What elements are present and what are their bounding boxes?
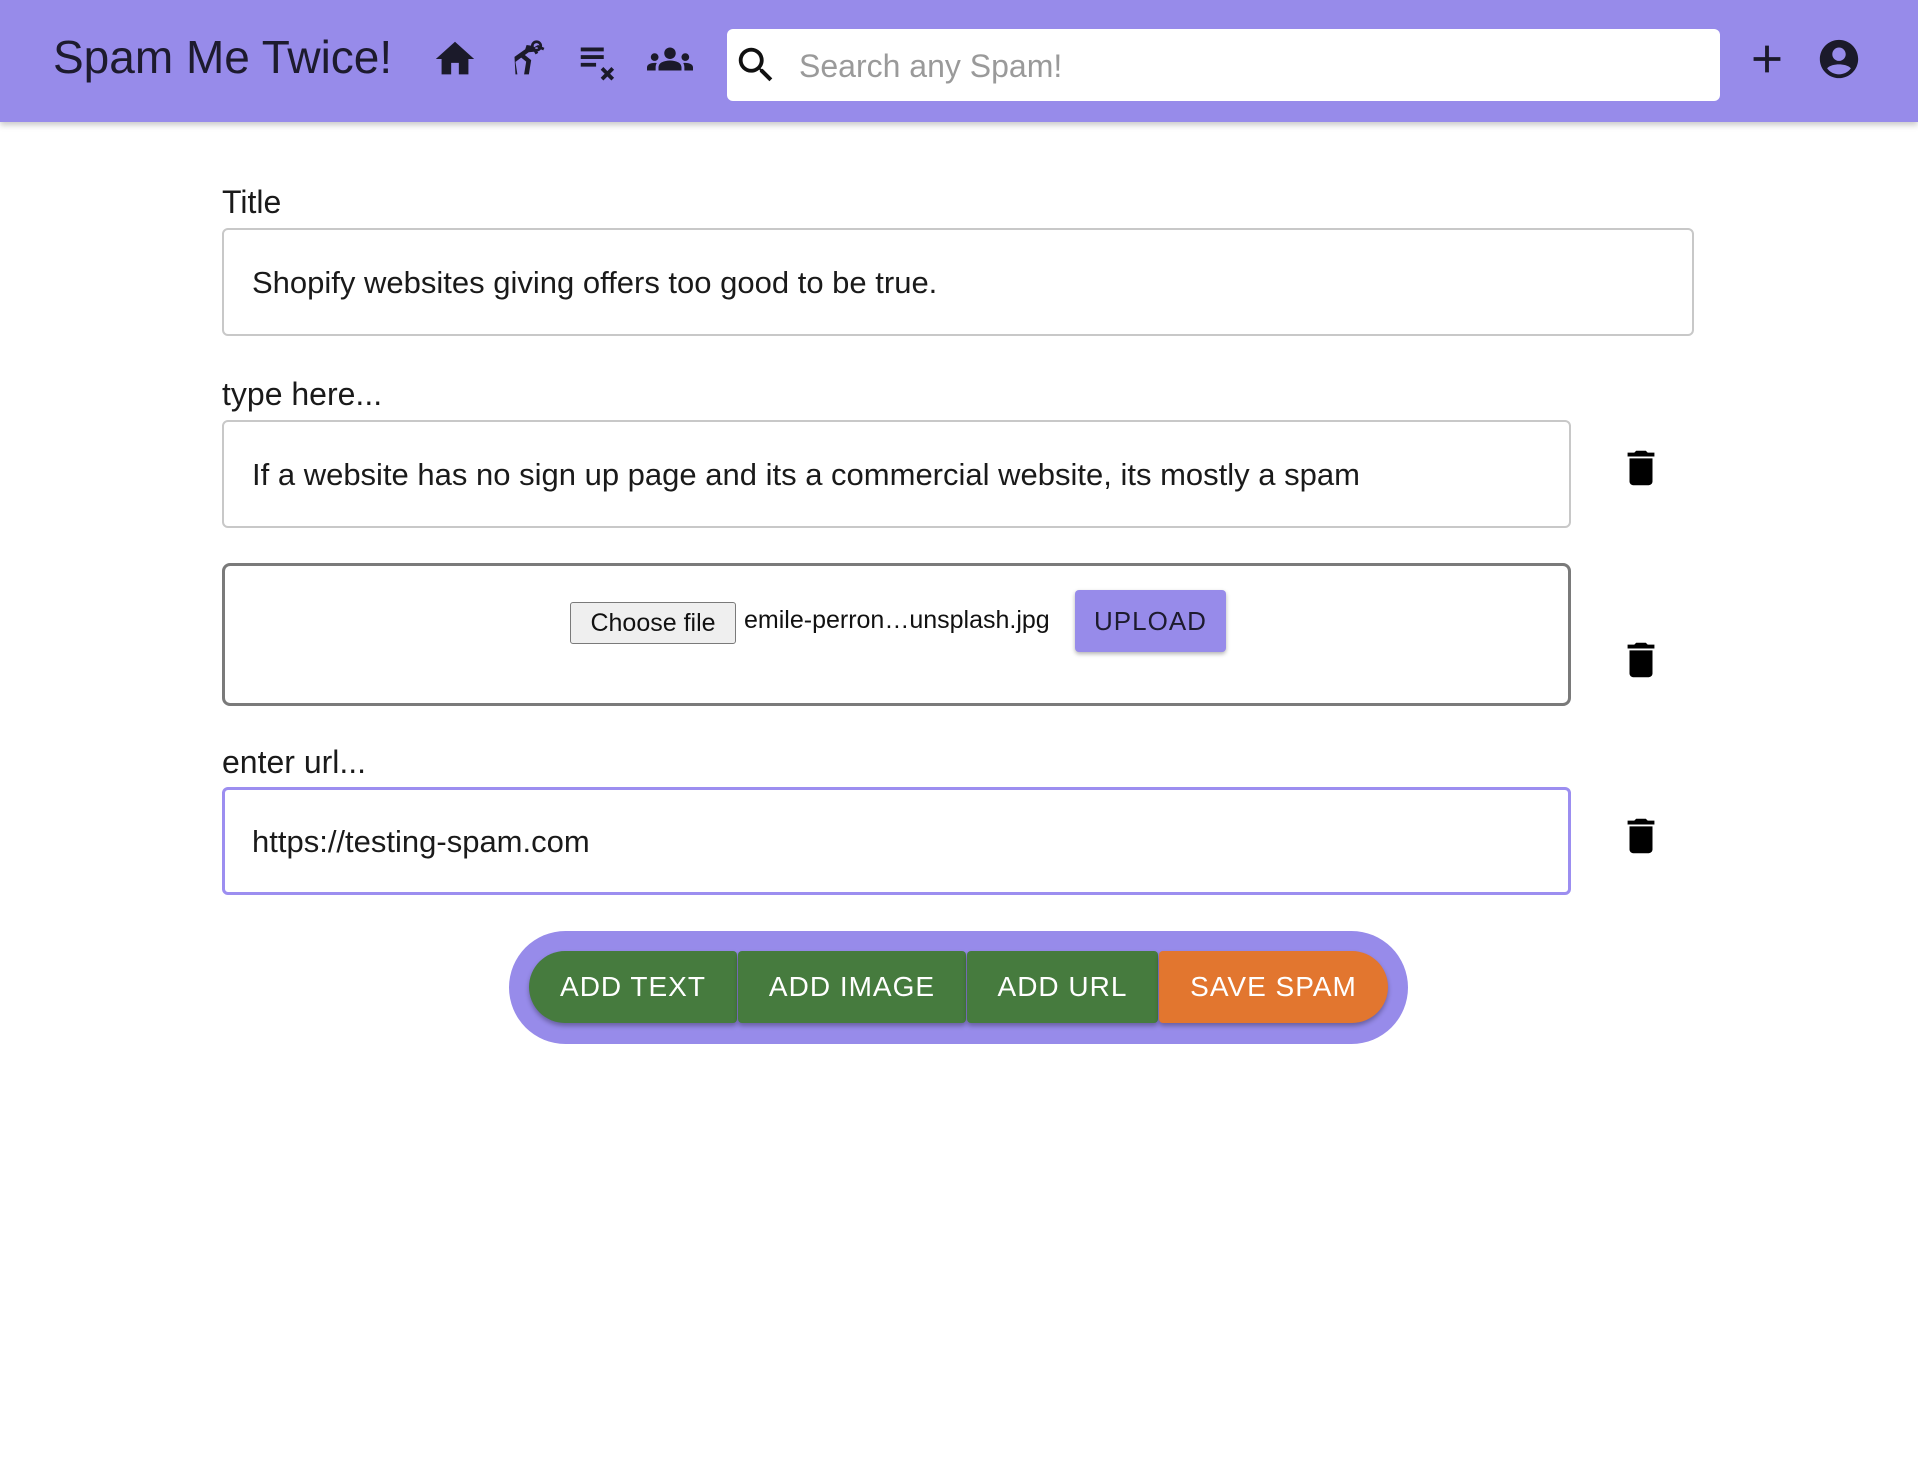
delete-url-icon[interactable]	[1618, 813, 1664, 859]
search-input[interactable]	[797, 29, 1701, 103]
text-block-input[interactable]	[250, 422, 1547, 528]
choose-file-button[interactable]: Choose file	[570, 602, 736, 644]
text-block-field	[222, 420, 1571, 528]
add-url-button[interactable]: ADD URL	[967, 951, 1158, 1023]
image-upload-block: Choose file emile-perron…unsplash.jpg UP…	[222, 563, 1571, 706]
account-circle-icon[interactable]	[1816, 36, 1862, 82]
title-label: Title	[222, 184, 282, 220]
url-input[interactable]	[250, 789, 1545, 895]
save-spam-button[interactable]: SAVE SPAM	[1159, 951, 1388, 1023]
delete-image-icon[interactable]	[1618, 637, 1664, 683]
text-block-label: type here...	[222, 376, 383, 412]
url-field	[222, 787, 1571, 895]
robot-arm-icon[interactable]	[503, 36, 549, 82]
add-image-button[interactable]: ADD IMAGE	[738, 951, 966, 1023]
home-icon[interactable]	[432, 36, 478, 82]
groups-icon[interactable]	[647, 36, 693, 82]
add-text-button[interactable]: ADD TEXT	[529, 951, 737, 1023]
delete-text-icon[interactable]	[1618, 445, 1664, 491]
action-button-group: ADD TEXT ADD IMAGE ADD URL SAVE SPAM	[509, 931, 1408, 1044]
search-icon[interactable]	[733, 42, 779, 88]
add-icon[interactable]	[1744, 36, 1790, 82]
app-bar: Spam Me Twice!	[0, 0, 1918, 122]
title-field	[222, 228, 1694, 336]
search-bar	[727, 29, 1720, 103]
clear-list-icon[interactable]	[575, 36, 621, 82]
title-input[interactable]	[250, 230, 1670, 336]
selected-file-name: emile-perron…unsplash.jpg	[744, 606, 1050, 634]
upload-button[interactable]: UPLOAD	[1075, 590, 1226, 652]
app-title[interactable]: Spam Me Twice!	[53, 30, 392, 84]
url-label: enter url...	[222, 744, 367, 780]
